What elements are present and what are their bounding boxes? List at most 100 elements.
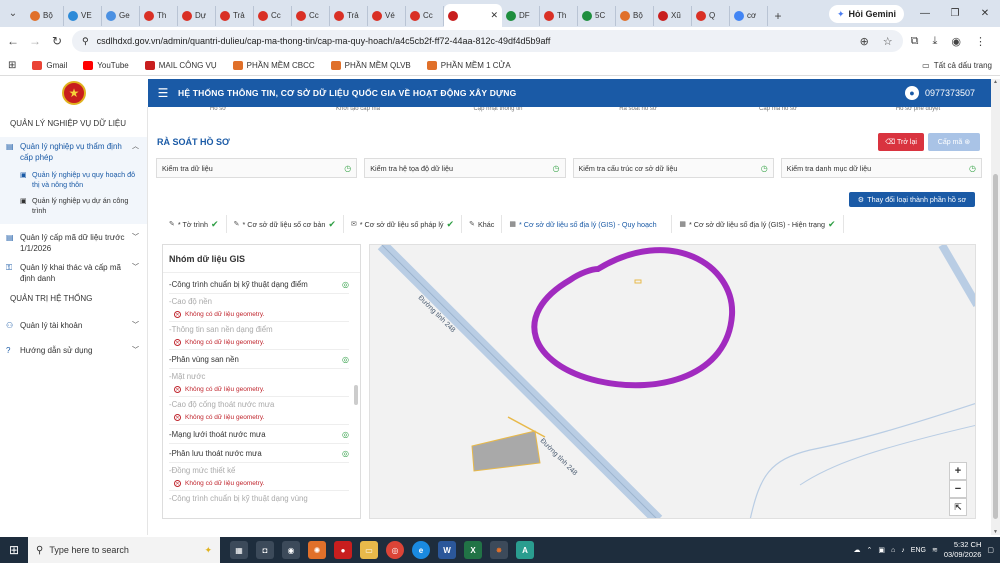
url-field[interactable]: ⚲ csdlhdxd.gov.vn/admin/quantri-dulieu/c… bbox=[72, 30, 903, 52]
clock[interactable]: 5:32 CH 03/09/2026 bbox=[944, 540, 982, 560]
check-he-toa-do[interactable]: Kiểm tra hệ tọa độ dữ liệu ◷ bbox=[364, 158, 566, 178]
browser-tab[interactable]: Th bbox=[540, 5, 578, 26]
bookmark-qlvb[interactable]: PHẦN MỀM QLVB bbox=[330, 60, 411, 70]
scroll-up-icon[interactable]: ▲ bbox=[991, 79, 1000, 85]
browser-tab[interactable]: Cc bbox=[254, 5, 292, 26]
sidebar-subitem-du-an[interactable]: ▣ Quản lý nghiệp vụ dự án công trình bbox=[0, 193, 147, 224]
all-bookmarks[interactable]: ▭ Tất cả dấu trang bbox=[922, 61, 992, 70]
tab-gis-hien-trang[interactable]: ▦ * Cơ sở dữ liệu số địa lý (GIS) - Hiện … bbox=[672, 215, 844, 233]
map-canvas[interactable]: Đường tỉnh 248 Đường tỉnh 248 bbox=[370, 245, 976, 519]
browser-tab[interactable]: Bộ bbox=[616, 5, 654, 26]
bookmark-mail-cong-vu[interactable]: MAIL CÔNG VỤ bbox=[144, 60, 217, 70]
weather-icon[interactable]: ☁ bbox=[854, 546, 861, 554]
back-button[interactable]: ⌫ Trở lại bbox=[878, 133, 924, 151]
gis-layer-item[interactable]: - Cao độ nền bbox=[169, 294, 349, 308]
app-star-icon[interactable]: ✸ bbox=[490, 541, 508, 559]
reset-view-button[interactable]: ⇱ bbox=[949, 498, 967, 516]
restore-icon[interactable]: ❐ bbox=[940, 8, 970, 19]
browser-tab[interactable]: Th bbox=[140, 5, 178, 26]
bookmark-gmail[interactable]: Gmail bbox=[32, 60, 67, 70]
back-icon[interactable]: ← bbox=[6, 34, 20, 48]
word-icon[interactable]: W bbox=[438, 541, 456, 559]
browser-tab[interactable]: Cc bbox=[292, 5, 330, 26]
gis-layer-item[interactable]: - Cao độ cống thoát nước mưa bbox=[169, 397, 349, 411]
extensions-icon[interactable]: ⧉ bbox=[911, 35, 919, 48]
gis-layer-item[interactable]: - Phân vùng san nền ◎ bbox=[169, 350, 349, 369]
gis-layer-item[interactable]: - Phân lưu thoát nước mưa ◎ bbox=[169, 444, 349, 463]
gis-layer-item[interactable]: - Mạng lưới thoát nước mưa ◎ bbox=[169, 425, 349, 444]
browser-tab[interactable]: Trả bbox=[330, 5, 368, 26]
check-cau-truc[interactable]: Kiểm tra cấu trúc cơ sở dữ liệu ◷ bbox=[572, 158, 774, 178]
change-component-type-button[interactable]: ⚙ Thay đổi loại thành phần hồ sơ bbox=[849, 192, 975, 207]
sidebar-subitem-quy-hoach[interactable]: ▣ Quản lý nghiệp vụ quy hoạch đô thị và … bbox=[0, 167, 147, 193]
gis-layer-item[interactable]: - Thông tin san nền dạng điểm bbox=[169, 322, 349, 336]
scrollbar-thumb[interactable] bbox=[993, 174, 998, 519]
volume-icon[interactable]: ♪ bbox=[901, 547, 905, 554]
site-info-icon[interactable]: ⚲ bbox=[82, 36, 89, 47]
profile-avatar[interactable]: ◉ bbox=[951, 35, 961, 48]
browser-tab[interactable]: Cc bbox=[406, 5, 444, 26]
edge-icon[interactable]: e bbox=[412, 541, 430, 559]
browser-tab[interactable]: DF bbox=[502, 5, 540, 26]
logo[interactable]: ★ bbox=[0, 79, 148, 107]
zoom-out-button[interactable]: − bbox=[949, 480, 967, 498]
gis-layer-item[interactable]: - Công trình chuẩn bị kỹ thuật dạng vùng bbox=[169, 491, 349, 505]
new-tab-button[interactable]: + bbox=[768, 9, 788, 23]
browser-tab[interactable]: 5C bbox=[578, 5, 616, 26]
gis-layer-item[interactable]: - Đồng mức thiết kế bbox=[169, 463, 349, 477]
windows-start-icon[interactable]: ⊞ bbox=[0, 543, 28, 557]
gis-layer-item[interactable]: - Mặt nước bbox=[169, 369, 349, 383]
menu-kebab-icon[interactable]: ⋮ bbox=[975, 35, 986, 48]
hamburger-menu-icon[interactable]: ☰ bbox=[148, 86, 178, 100]
browser-tab[interactable]: Ge bbox=[102, 5, 140, 26]
camera-icon[interactable]: ◘ bbox=[256, 541, 274, 559]
wifi-icon[interactable]: ≋ bbox=[932, 546, 938, 554]
sidebar-item-tham-dinh[interactable]: ▤ Quản lý nghiệp vụ thẩm định cấp phép ︿ bbox=[0, 137, 147, 167]
zoom-icon[interactable]: ⊕ bbox=[860, 35, 869, 48]
close-window-icon[interactable]: ✕ bbox=[970, 8, 1000, 19]
browser-tab[interactable]: VE bbox=[64, 5, 102, 26]
tray-app-icon[interactable]: ▣ bbox=[878, 546, 885, 554]
user-menu[interactable]: ● 0977373507 bbox=[904, 86, 993, 100]
sidebar-item-tai-khoan[interactable]: ⚇ Quản lý tài khoản ﹀ bbox=[0, 314, 147, 335]
app-teal-icon[interactable]: A bbox=[516, 541, 534, 559]
tab-to-trinh[interactable]: ✎ * Tờ trình ✔ bbox=[162, 215, 227, 233]
map-view[interactable]: Đường tỉnh 248 Đường tỉnh 248 + − ⇱ bbox=[369, 244, 976, 519]
minimize-icon[interactable]: — bbox=[910, 8, 940, 19]
bookmark-youtube[interactable]: YouTube bbox=[83, 60, 129, 70]
app-orange-icon[interactable]: ✺ bbox=[308, 541, 326, 559]
browser-tab[interactable]: Vé bbox=[368, 5, 406, 26]
sidebar-item-khai-thac[interactable]: ⚿ Quản lý khai thác và cấp mã định danh … bbox=[0, 258, 147, 288]
browser-tab[interactable]: Trả bbox=[216, 5, 254, 26]
apps-grid-icon[interactable]: ⊞ bbox=[8, 60, 16, 71]
cap-ma-button[interactable]: Cấp mã ⊛ bbox=[928, 133, 980, 151]
bookmark-cbcc[interactable]: PHẦN MỀM CBCC bbox=[232, 60, 315, 70]
gis-layer-item[interactable]: - Công trình chuẩn bị kỹ thuật dạng điểm… bbox=[169, 275, 349, 294]
browser-tab[interactable]: Q bbox=[692, 5, 730, 26]
browser-tab-active[interactable]: ✕ bbox=[444, 4, 502, 27]
scroll-down-icon[interactable]: ▼ bbox=[991, 529, 1000, 535]
browser-tab[interactable]: Bộ bbox=[26, 5, 64, 26]
ask-gemini-button[interactable]: ✦ Hỏi Gemini bbox=[828, 5, 904, 23]
reload-icon[interactable]: ↻ bbox=[50, 34, 64, 48]
download-icon[interactable]: ⤓ bbox=[933, 35, 938, 48]
tab-khac[interactable]: ✎ Khác bbox=[462, 215, 503, 233]
paint-icon[interactable]: ◉ bbox=[282, 541, 300, 559]
excel-icon[interactable]: X bbox=[464, 541, 482, 559]
tab-phap-ly[interactable]: ✉ * Cơ sở dữ liệu số pháp lý ✔ bbox=[344, 215, 463, 233]
language-indicator[interactable]: ENG bbox=[911, 547, 926, 554]
tab-co-ban[interactable]: ✎ * Cơ sở dữ liệu số cơ bản ✔ bbox=[227, 215, 344, 233]
sidebar-item-cap-ma[interactable]: ▤ Quản lý cấp mã dữ liệu trước 1/1/2026 … bbox=[0, 224, 147, 258]
app-red-icon[interactable]: ● bbox=[334, 541, 352, 559]
check-du-lieu[interactable]: Kiểm tra dữ liệu ◷ bbox=[156, 158, 358, 178]
forward-icon[interactable]: → bbox=[28, 34, 42, 48]
close-tab-icon[interactable]: ✕ bbox=[490, 10, 498, 21]
browser-tab[interactable]: Xũ bbox=[654, 5, 692, 26]
notification-icon[interactable]: ▢ bbox=[987, 546, 994, 554]
bookmark-star-icon[interactable]: ☆ bbox=[883, 35, 893, 48]
page-scrollbar[interactable]: ▲ ▼ bbox=[991, 79, 1000, 535]
check-danh-muc[interactable]: Kiểm tra danh mục dữ liệu ◷ bbox=[780, 158, 982, 178]
tray-up-icon[interactable]: ⌃ bbox=[867, 546, 873, 554]
browser-tab[interactable]: cơ bbox=[730, 5, 768, 26]
sidebar-item-huong-dan[interactable]: ? Hướng dẫn sử dụng ﹀ bbox=[0, 335, 147, 360]
